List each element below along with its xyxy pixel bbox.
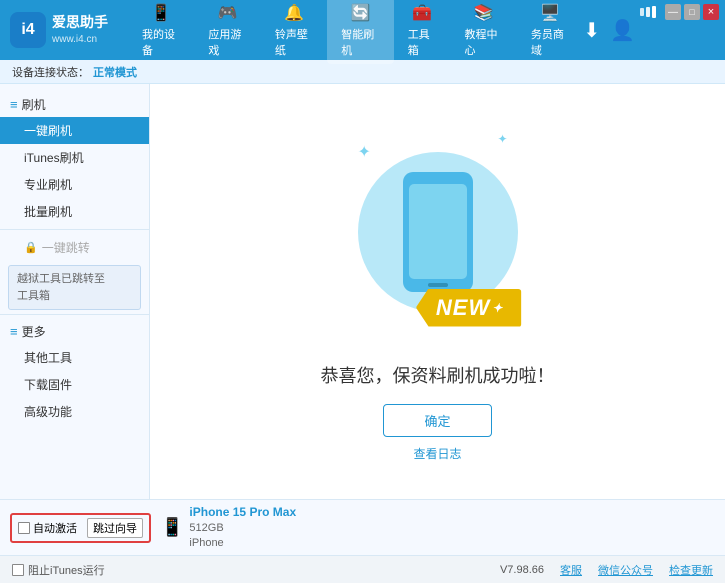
nav-icon-toolbox: 🧰 [412, 3, 432, 23]
skip-guide-label: 跳过向导 [93, 520, 137, 536]
user-icon[interactable]: 👤 [610, 18, 635, 43]
restore-button[interactable]: □ [684, 4, 700, 20]
sidebar-item-one-key-flash[interactable]: 一键刷机 [0, 117, 149, 144]
nav-item-smart-flash[interactable]: 🔄 智能刷机 [327, 0, 393, 64]
close-button[interactable]: × [703, 4, 719, 20]
window-controls: — □ × [640, 4, 719, 20]
footer-link-update[interactable]: 检查更新 [669, 562, 713, 578]
nav-icon-ringtone: 🔔 [284, 3, 304, 23]
phone-button [428, 283, 448, 287]
nav-item-ringtone[interactable]: 🔔 铃声壁纸 [261, 0, 327, 64]
nav-item-tutorial[interactable]: 📚 教程中心 [451, 0, 517, 64]
sidebar-item-advanced[interactable]: 高级功能 [0, 398, 149, 425]
device-type: iPhone [189, 536, 296, 551]
phone-screen [409, 184, 467, 279]
flash-icon: ≡ [10, 97, 18, 112]
sidebar-note: 越狱工具已跳转至 工具箱 [8, 265, 141, 310]
device-info: 📱 iPhone 15 Pro Max 512GB iPhone [161, 504, 296, 552]
sidebar: ≡ 刷机 一键刷机 iTunes刷机 专业刷机 批量刷机 🔒 一键跳转 越狱工具… [0, 84, 150, 499]
nav-item-toolbox[interactable]: 🧰 工具箱 [394, 0, 451, 64]
sidebar-one-key-restore: 🔒 一键跳转 [0, 234, 149, 261]
auto-activate-checkbox[interactable] [18, 522, 30, 534]
phone-body [403, 172, 473, 292]
footer: 阻止iTunes运行 V7.98.66 客服 微信公众号 检查更新 [0, 555, 725, 583]
logo-text: 爱思助手 www.i4.cn [52, 13, 108, 47]
itunes-label: 阻止iTunes运行 [28, 562, 105, 578]
header-right: ⬇ 👤 [583, 18, 715, 43]
sidebar-section-flash[interactable]: ≡ 刷机 [0, 92, 149, 117]
sidebar-item-other-tools[interactable]: 其他工具 [0, 344, 149, 371]
nav-icon-flash: 🔄 [351, 3, 371, 23]
success-text: 恭喜您，保资料刷机成功啦！ [321, 362, 555, 388]
content-area: ✦ ✦ NEW ✦ 恭喜您，保资料刷机成功啦！ 确定 查看日志 [150, 84, 725, 499]
nav-item-my-device[interactable]: 📱 我的设备 [128, 0, 194, 64]
nav-icon-apps: 🎮 [218, 3, 238, 23]
device-controls: 自动激活 跳过向导 [10, 513, 151, 543]
nav-icon-tutorial: 📚 [474, 3, 494, 23]
status-mode: 正常模式 [93, 64, 137, 80]
view-log-link[interactable]: 查看日志 [413, 445, 461, 462]
nav-item-service[interactable]: 🖥️ 务员商域 [517, 0, 583, 64]
auto-activate-option[interactable]: 自动激活 [18, 520, 77, 536]
phone-illustration: ✦ ✦ NEW ✦ [338, 122, 538, 342]
nav: 📱 我的设备 🎮 应用游戏 🔔 铃声壁纸 🔄 智能刷机 🧰 工具箱 📚 [128, 0, 583, 64]
sidebar-item-batch-flash[interactable]: 批量刷机 [0, 198, 149, 225]
auto-activate-label: 自动激活 [33, 520, 77, 536]
download-icon[interactable]: ⬇ [583, 18, 600, 43]
version-text: V7.98.66 [500, 564, 544, 576]
device-storage: 512GB [189, 521, 296, 536]
sidebar-item-download-firmware[interactable]: 下载固件 [0, 371, 149, 398]
minimize-button[interactable]: — [665, 4, 681, 20]
sidebar-section-more[interactable]: ≡ 更多 [0, 319, 149, 344]
itunes-checkbox[interactable] [12, 564, 24, 576]
new-badge: NEW ✦ [416, 289, 521, 327]
skip-guide-option[interactable]: 跳过向导 [87, 518, 143, 538]
device-phone-icon: 📱 [161, 517, 183, 538]
header: i4 爱思助手 www.i4.cn 📱 我的设备 🎮 应用游戏 🔔 铃声壁纸 🔄… [0, 0, 725, 60]
sparkle-left: ✦ [358, 142, 371, 162]
phone-circle-bg [358, 152, 518, 312]
nav-icon-device: 📱 [151, 3, 171, 23]
lock-icon: 🔒 [24, 241, 38, 254]
sparkle-right: ✦ [497, 132, 507, 146]
sidebar-item-pro-flash[interactable]: 专业刷机 [0, 171, 149, 198]
more-icon: ≡ [10, 324, 18, 339]
logo: i4 爱思助手 www.i4.cn [10, 12, 108, 48]
footer-link-support[interactable]: 客服 [560, 562, 582, 578]
footer-right: V7.98.66 客服 微信公众号 检查更新 [500, 562, 713, 578]
logo-icon: i4 [10, 12, 46, 48]
sidebar-item-itunes-flash[interactable]: iTunes刷机 [0, 144, 149, 171]
status-bar: 设备连接状态： 正常模式 [0, 60, 725, 84]
signal-icon [640, 4, 656, 20]
footer-left: 阻止iTunes运行 [12, 562, 105, 578]
nav-icon-service: 🖥️ [540, 3, 560, 23]
device-name: iPhone 15 Pro Max [189, 504, 296, 521]
footer-link-wechat[interactable]: 微信公众号 [598, 562, 653, 578]
confirm-button[interactable]: 确定 [383, 404, 491, 437]
bottom-device-bar: 自动激活 跳过向导 📱 iPhone 15 Pro Max 512GB iPho… [0, 499, 725, 555]
device-details: iPhone 15 Pro Max 512GB iPhone [189, 504, 296, 552]
nav-item-apps-games[interactable]: 🎮 应用游戏 [194, 0, 260, 64]
